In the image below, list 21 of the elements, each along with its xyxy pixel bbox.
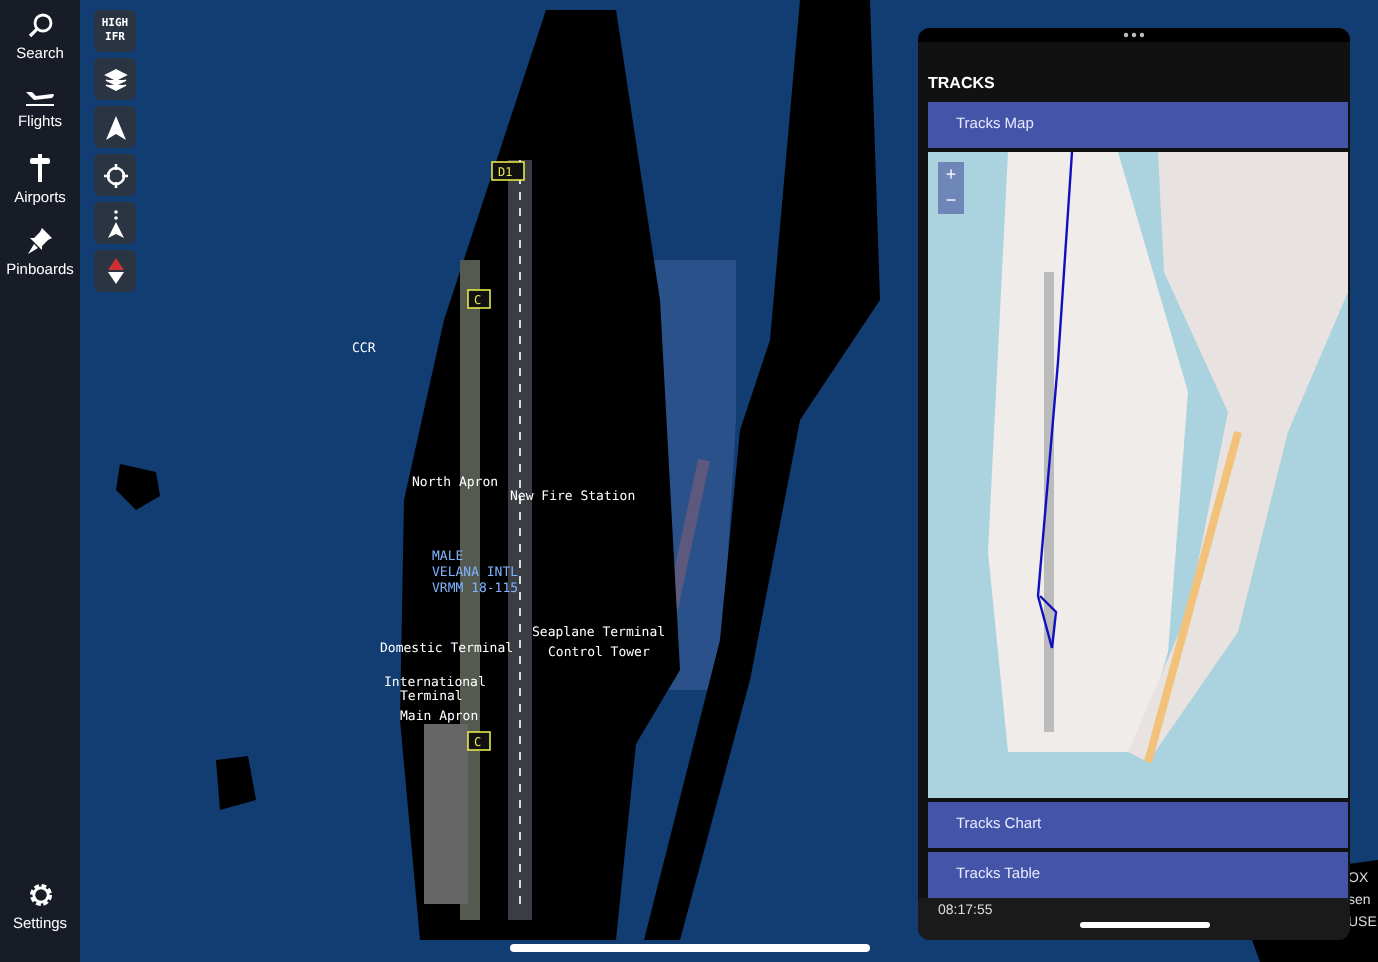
- zoom-button[interactable]: −: [938, 187, 964, 213]
- pushpin-icon: [28, 227, 52, 254]
- dotted-arrow-icon: [107, 209, 123, 237]
- map-tool-button[interactable]: [94, 202, 136, 244]
- compass-icon: [107, 258, 123, 284]
- arrow-icon: [105, 115, 125, 139]
- map-tool-button[interactable]: [94, 154, 136, 196]
- search-icon: [27, 12, 53, 38]
- settings-icon: [27, 881, 53, 908]
- map-tool-button[interactable]: [94, 250, 136, 292]
- control-tower-icon: [28, 153, 52, 181]
- map-tool-button[interactable]: [94, 106, 136, 148]
- drag-handle-icon[interactable]: [1122, 31, 1146, 38]
- islet: [116, 464, 160, 510]
- islet: [216, 756, 256, 810]
- map-tool-button[interactable]: [94, 58, 136, 100]
- panel-title: TRACKS: [926, 71, 997, 96]
- home-indicator: [1079, 922, 1209, 928]
- zoom-button[interactable]: +: [938, 161, 964, 187]
- crosshair-icon: [103, 163, 127, 187]
- layers-icon: [103, 67, 127, 91]
